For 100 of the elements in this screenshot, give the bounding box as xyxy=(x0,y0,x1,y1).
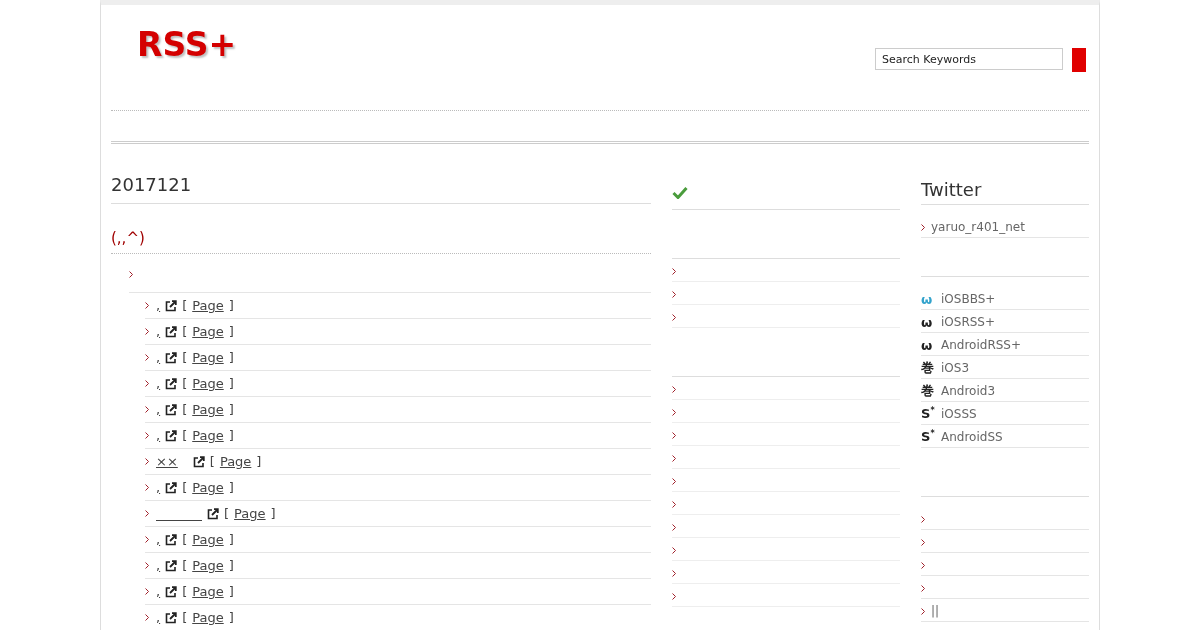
bracket-text: ] xyxy=(270,506,276,521)
bracket-text: ] xyxy=(228,324,234,339)
chevron-icon xyxy=(672,454,676,462)
article-link[interactable]: , xyxy=(156,532,161,547)
chevron-icon xyxy=(672,477,676,485)
bracket-text: [ xyxy=(182,350,188,365)
chevron-icon xyxy=(921,223,925,231)
search-field[interactable]: Search Keywords xyxy=(875,48,1063,70)
article-link[interactable]: , xyxy=(156,610,161,625)
page-link[interactable]: Page xyxy=(192,428,224,443)
chevron-icon xyxy=(672,546,676,554)
page-link[interactable]: Page xyxy=(234,506,266,521)
app-link[interactable]: AndroidRSS+ xyxy=(941,338,1022,352)
chevron-icon xyxy=(145,302,149,309)
bracket-text: [ xyxy=(182,558,188,573)
chevron-icon xyxy=(672,385,676,393)
article-link[interactable]: , xyxy=(156,558,161,573)
bracket-text: ] xyxy=(228,298,234,313)
chevron-icon xyxy=(921,561,925,569)
external-link-icon xyxy=(165,403,178,416)
chevron-icon xyxy=(672,267,676,275)
chevron-icon xyxy=(145,510,149,517)
page-link[interactable]: Page xyxy=(192,610,224,625)
page-link[interactable]: Page xyxy=(192,324,224,339)
external-link-icon xyxy=(192,455,205,468)
chevron-icon xyxy=(145,328,149,335)
sidebar-heading: Twitter xyxy=(921,144,1089,205)
bracket-text: ] xyxy=(228,428,234,443)
article-link[interactable]: , xyxy=(156,324,161,339)
bracket-text: [ xyxy=(182,610,188,625)
chevron-icon xyxy=(145,562,149,569)
page-link[interactable]: Page xyxy=(192,350,224,365)
bracket-text: ] xyxy=(228,558,234,573)
bracket-text: ] xyxy=(228,402,234,417)
chevron-icon xyxy=(921,515,925,523)
page-heading: 2017121 xyxy=(111,144,651,204)
chevron-icon xyxy=(672,431,676,439)
app-icon: S$^{*}$ xyxy=(921,429,935,445)
page-link[interactable]: Page xyxy=(192,558,224,573)
chevron-icon xyxy=(672,592,676,600)
bracket-text: [ xyxy=(182,324,188,339)
bracket-text: [ xyxy=(182,480,188,495)
chevron-icon xyxy=(145,432,149,439)
article-link[interactable]: , xyxy=(156,480,161,495)
article-link[interactable]: , xyxy=(156,298,161,313)
account-link[interactable]: yaruo_r401_net xyxy=(931,220,1025,234)
chevron-icon xyxy=(672,408,676,416)
external-link-icon xyxy=(165,299,178,312)
app-icon: ω xyxy=(921,337,935,353)
app-link[interactable]: Android3 xyxy=(941,384,996,398)
article-link[interactable]: , xyxy=(156,402,161,417)
article-link[interactable]: , xyxy=(156,350,161,365)
bracket-text: ] xyxy=(256,454,262,469)
section-heading: (,,^) xyxy=(111,204,651,254)
bracket-text: [ xyxy=(182,376,188,391)
chevron-icon xyxy=(145,380,149,387)
external-link-icon xyxy=(165,559,178,572)
app-link[interactable]: iOS3 xyxy=(941,361,970,375)
external-link-icon xyxy=(165,351,178,364)
page-link[interactable]: Page xyxy=(192,376,224,391)
chevron-icon xyxy=(672,313,676,321)
bracket-text: ] xyxy=(228,480,234,495)
chevron-icon xyxy=(145,614,149,621)
article-link[interactable]: ×× xyxy=(156,454,188,469)
page-link[interactable]: Page xyxy=(219,454,252,469)
chevron-icon xyxy=(921,538,925,546)
site-logo[interactable]: RSS+ xyxy=(137,25,237,64)
chevron-icon xyxy=(145,536,149,543)
chevron-icon xyxy=(921,607,925,615)
article-link[interactable]: , xyxy=(156,428,161,443)
page-link[interactable]: Page xyxy=(192,584,224,599)
app-link[interactable]: iOSRSS+ xyxy=(941,315,996,329)
bracket-text: ] xyxy=(228,376,234,391)
article-link[interactable]: , xyxy=(156,376,161,391)
external-link-icon xyxy=(165,533,178,546)
app-link[interactable]: iOSBBS+ xyxy=(941,292,996,306)
chevron-icon xyxy=(129,270,133,278)
bracket-text: [ xyxy=(182,428,188,443)
article-link[interactable]: , xyxy=(156,584,161,599)
chevron-icon xyxy=(672,290,676,298)
external-link-icon xyxy=(207,507,219,520)
page-link[interactable]: Page xyxy=(192,532,224,547)
external-link-icon xyxy=(165,585,178,598)
app-link[interactable]: AndroidSS xyxy=(941,430,1003,444)
chevron-icon xyxy=(672,523,676,531)
app-icon: ω xyxy=(921,291,935,307)
app-icon: ω xyxy=(921,314,935,330)
external-link-icon xyxy=(165,377,178,390)
external-link-icon xyxy=(165,481,178,494)
bracket-text: ] xyxy=(228,350,234,365)
app-icon: 巻 xyxy=(921,382,935,400)
app-link[interactable]: iOSSS xyxy=(941,407,977,421)
page-link[interactable]: Page xyxy=(192,402,224,417)
chevron-icon xyxy=(145,484,149,491)
page-link[interactable]: Page xyxy=(192,480,224,495)
sidebar-link[interactable]: || xyxy=(931,604,940,618)
app-icon: S$^{*}$ xyxy=(921,406,935,422)
page-link[interactable]: Page xyxy=(192,298,224,313)
bracket-text: [ xyxy=(182,402,188,417)
bracket-text: ] xyxy=(228,584,234,599)
